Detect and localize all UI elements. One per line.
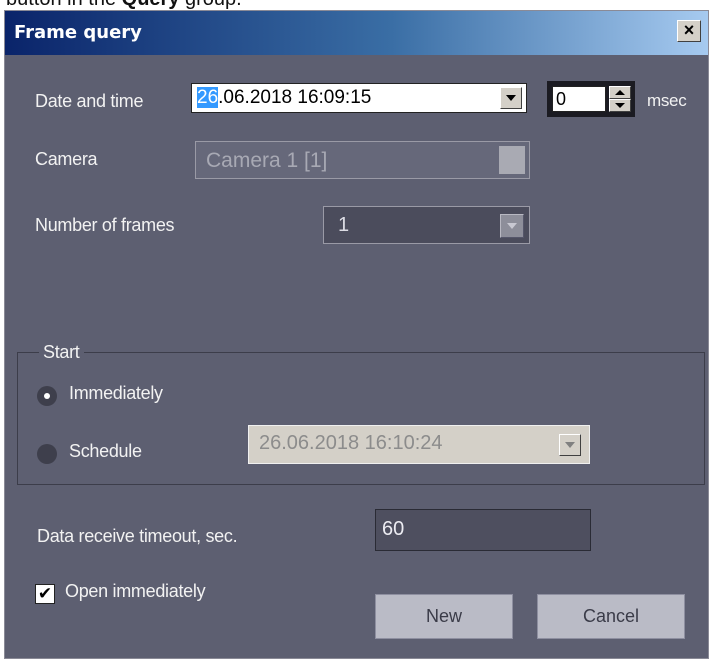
caption-prefix: button in the (6, 0, 122, 10)
new-button[interactable]: New (375, 594, 513, 639)
msec-label: msec (647, 91, 687, 110)
chevron-down-icon (506, 95, 516, 101)
chevron-down-icon (507, 223, 517, 229)
radio-button[interactable] (37, 444, 57, 464)
msec-down-button[interactable] (609, 99, 631, 112)
timeout-label: Data receive timeout, sec. (37, 526, 238, 546)
camera-value: Camera 1 [1] (206, 149, 328, 172)
msec-up-button[interactable] (609, 86, 631, 99)
msec-spinner[interactable]: 0 (547, 81, 635, 117)
camera-label: Camera (35, 149, 98, 169)
frames-value: 1 (338, 214, 350, 236)
date-day-selected: 26 (197, 87, 219, 108)
dialog-title: Frame query (14, 22, 142, 43)
date-time-value: .06.2018 16:09:15 (218, 87, 372, 108)
chevron-down-icon (615, 103, 625, 108)
frames-select[interactable]: 1 (323, 206, 530, 244)
caption-bold: Query (122, 0, 180, 10)
close-icon: × (683, 20, 695, 40)
camera-select[interactable]: Camera 1 [1] (195, 141, 530, 179)
start-group-label: Start (39, 342, 84, 363)
radio-button-selected[interactable] (37, 386, 57, 406)
schedule-dropdown-button[interactable] (559, 434, 581, 456)
cancel-button[interactable]: Cancel (537, 594, 685, 639)
chevron-down-icon (565, 442, 575, 448)
title-bar[interactable]: Frame query × (5, 11, 708, 55)
close-button[interactable]: × (677, 20, 701, 42)
frames-dropdown-button[interactable] (500, 214, 524, 238)
chevron-up-icon (615, 90, 625, 95)
caption-suffix: group. (179, 0, 242, 10)
date-time-picker[interactable]: 26.06.2018 16:09:15 (191, 83, 527, 113)
schedule-value: 26.06.2018 16:10:24 (259, 432, 443, 454)
checkbox[interactable]: ✔ (35, 584, 55, 604)
open-immediately-label: Open immediately (65, 581, 206, 601)
radio-dot-icon (44, 393, 50, 399)
start-group (17, 352, 705, 485)
timeout-value: 60 (382, 518, 405, 540)
camera-dropdown-button[interactable] (499, 146, 525, 174)
radio-immediately-label: Immediately (69, 383, 163, 403)
date-time-label: Date and time (35, 91, 144, 111)
radio-schedule-label: Schedule (69, 441, 142, 461)
timeout-input[interactable]: 60 (375, 509, 591, 551)
date-time-dropdown-button[interactable] (500, 87, 522, 109)
frame-query-dialog: Frame query × Date and time 26.06.2018 1… (4, 10, 709, 659)
msec-value: 0 (556, 89, 567, 109)
check-icon: ✔ (37, 584, 53, 603)
frames-label: Number of frames (35, 215, 175, 235)
schedule-date-picker[interactable]: 26.06.2018 16:10:24 (248, 425, 590, 464)
